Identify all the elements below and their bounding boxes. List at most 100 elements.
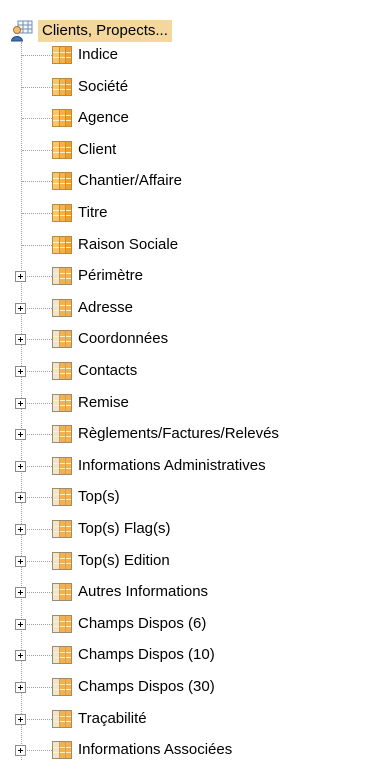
table-icon — [52, 741, 72, 760]
table-icon — [52, 551, 72, 570]
expand-plus-icon[interactable] — [15, 429, 26, 441]
tree-connector-line — [22, 750, 52, 752]
field-icon — [52, 140, 72, 159]
tree-item-label: Champs Dispos (30) — [78, 678, 215, 695]
tree-item-label: Coordonnées — [78, 330, 169, 348]
tree-connector-line — [22, 118, 52, 120]
table-icon — [52, 267, 72, 286]
tree-item[interactable]: Traçabilité — [0, 707, 385, 733]
expand-plus-icon[interactable] — [15, 587, 26, 599]
tree-item-label: Top(s) Edition — [78, 551, 170, 569]
tree-item[interactable]: Champs Dispos (10) — [0, 643, 385, 669]
tree-item[interactable]: Règlements/Factures/Relevés — [0, 422, 385, 448]
tree-item-label: Raison Sociale — [78, 235, 179, 253]
tree-item[interactable]: Remise — [0, 391, 385, 417]
tree-connector-line — [22, 687, 52, 688]
tree-item-label: Champs Dispos (6) — [78, 614, 207, 632]
tree-item[interactable]: Raison Sociale — [0, 233, 385, 259]
tree-item[interactable]: Agence — [0, 106, 385, 132]
tree-item[interactable]: Top(s) Flag(s) — [0, 517, 385, 543]
tree-connector-line — [22, 244, 52, 246]
tree-connector-line — [22, 434, 52, 436]
table-icon — [52, 678, 72, 696]
tree-item-label: Contacts — [78, 362, 138, 379]
tree-item-label: Informations Administratives — [78, 456, 266, 474]
tree-connector-line — [22, 497, 52, 499]
field-icon — [52, 172, 72, 191]
tree-item[interactable]: Coordonnées — [0, 327, 385, 353]
expand-plus-icon[interactable] — [15, 302, 26, 314]
tree-item[interactable]: Indice — [0, 43, 385, 69]
tree-item-label: Champs Dispos (10) — [78, 646, 215, 664]
tree-connector-line — [22, 529, 52, 530]
tree-item[interactable]: Top(s) Edition — [0, 549, 385, 575]
expand-plus-icon[interactable] — [15, 555, 26, 567]
field-icon — [52, 204, 72, 222]
tree-connector-line — [22, 623, 52, 625]
table-icon — [52, 646, 72, 665]
tree-connector-line — [22, 655, 52, 657]
field-icon — [52, 235, 72, 254]
expand-plus-icon[interactable] — [15, 745, 26, 757]
expand-plus-icon[interactable] — [15, 271, 26, 283]
table-icon — [52, 709, 72, 728]
tree-connector-line — [22, 339, 52, 341]
expand-plus-icon[interactable] — [15, 524, 26, 535]
tree-connector-line — [22, 402, 52, 404]
field-icon — [52, 109, 72, 128]
expand-plus-icon[interactable] — [15, 460, 26, 472]
tree-item-label: Chantier/Affaire — [78, 172, 182, 190]
tree-connector-line — [22, 149, 52, 151]
tree-item-label: Autres Informations — [78, 583, 209, 601]
tree-connector-line — [22, 592, 52, 594]
tree-item-label: Informations Associées — [78, 741, 233, 759]
field-icon — [52, 46, 72, 64]
tree-connector-line — [22, 371, 52, 372]
tree-connector-line — [22, 307, 52, 309]
clients-group-icon — [10, 19, 34, 43]
tree-item-label: Traçabilité — [78, 709, 147, 727]
tree-item[interactable]: Autres Informations — [0, 580, 385, 606]
tree-root-label[interactable]: Clients, Propects... — [38, 20, 172, 42]
tree-item[interactable]: Société — [0, 75, 385, 101]
expand-plus-icon[interactable] — [15, 682, 26, 693]
tree-connector-line — [22, 465, 52, 467]
tree-item[interactable]: Informations Administratives — [0, 454, 385, 480]
expand-plus-icon[interactable] — [15, 492, 26, 504]
expand-plus-icon[interactable] — [15, 713, 26, 725]
tree-item-label: Règlements/Factures/Relevés — [78, 425, 279, 443]
table-icon — [52, 330, 72, 349]
tree-connector-line — [22, 86, 52, 88]
tree-root-node[interactable]: Clients, Propects... — [10, 18, 172, 44]
tree-connector-line — [22, 55, 52, 56]
tree-item[interactable]: Champs Dispos (30) — [0, 675, 385, 701]
table-icon — [52, 583, 72, 602]
tree-connector-line — [22, 560, 52, 562]
table-icon — [52, 298, 72, 317]
tree-item-label: Client — [78, 140, 117, 158]
table-icon — [52, 488, 72, 507]
tree-item[interactable]: Périmètre — [0, 264, 385, 290]
expand-plus-icon[interactable] — [15, 650, 26, 662]
expand-plus-icon[interactable] — [15, 366, 26, 377]
table-icon — [52, 614, 72, 633]
tree-item[interactable]: Contacts — [0, 359, 385, 385]
tree-item[interactable]: Informations Associées — [0, 738, 385, 764]
tree-item-label: Périmètre — [78, 267, 144, 285]
tree-item[interactable]: Adresse — [0, 296, 385, 322]
expand-plus-icon[interactable] — [15, 618, 26, 630]
field-tree: Clients, Propects... Indice Société Agence… — [0, 0, 385, 776]
tree-item[interactable]: Client — [0, 138, 385, 164]
tree-item[interactable]: Titre — [0, 201, 385, 227]
tree-item[interactable]: Top(s) — [0, 485, 385, 511]
tree-connector-line — [22, 213, 52, 214]
expand-plus-icon[interactable] — [15, 334, 26, 346]
expand-plus-icon[interactable] — [15, 397, 26, 409]
tree-item[interactable]: Chantier/Affaire — [0, 169, 385, 195]
tree-item-label: Top(s) — [78, 488, 120, 506]
table-icon — [52, 520, 72, 538]
tree-item[interactable]: Champs Dispos (6) — [0, 612, 385, 638]
table-icon — [52, 393, 72, 412]
tree-item-label: Top(s) Flag(s) — [78, 520, 171, 537]
table-icon — [52, 456, 72, 475]
